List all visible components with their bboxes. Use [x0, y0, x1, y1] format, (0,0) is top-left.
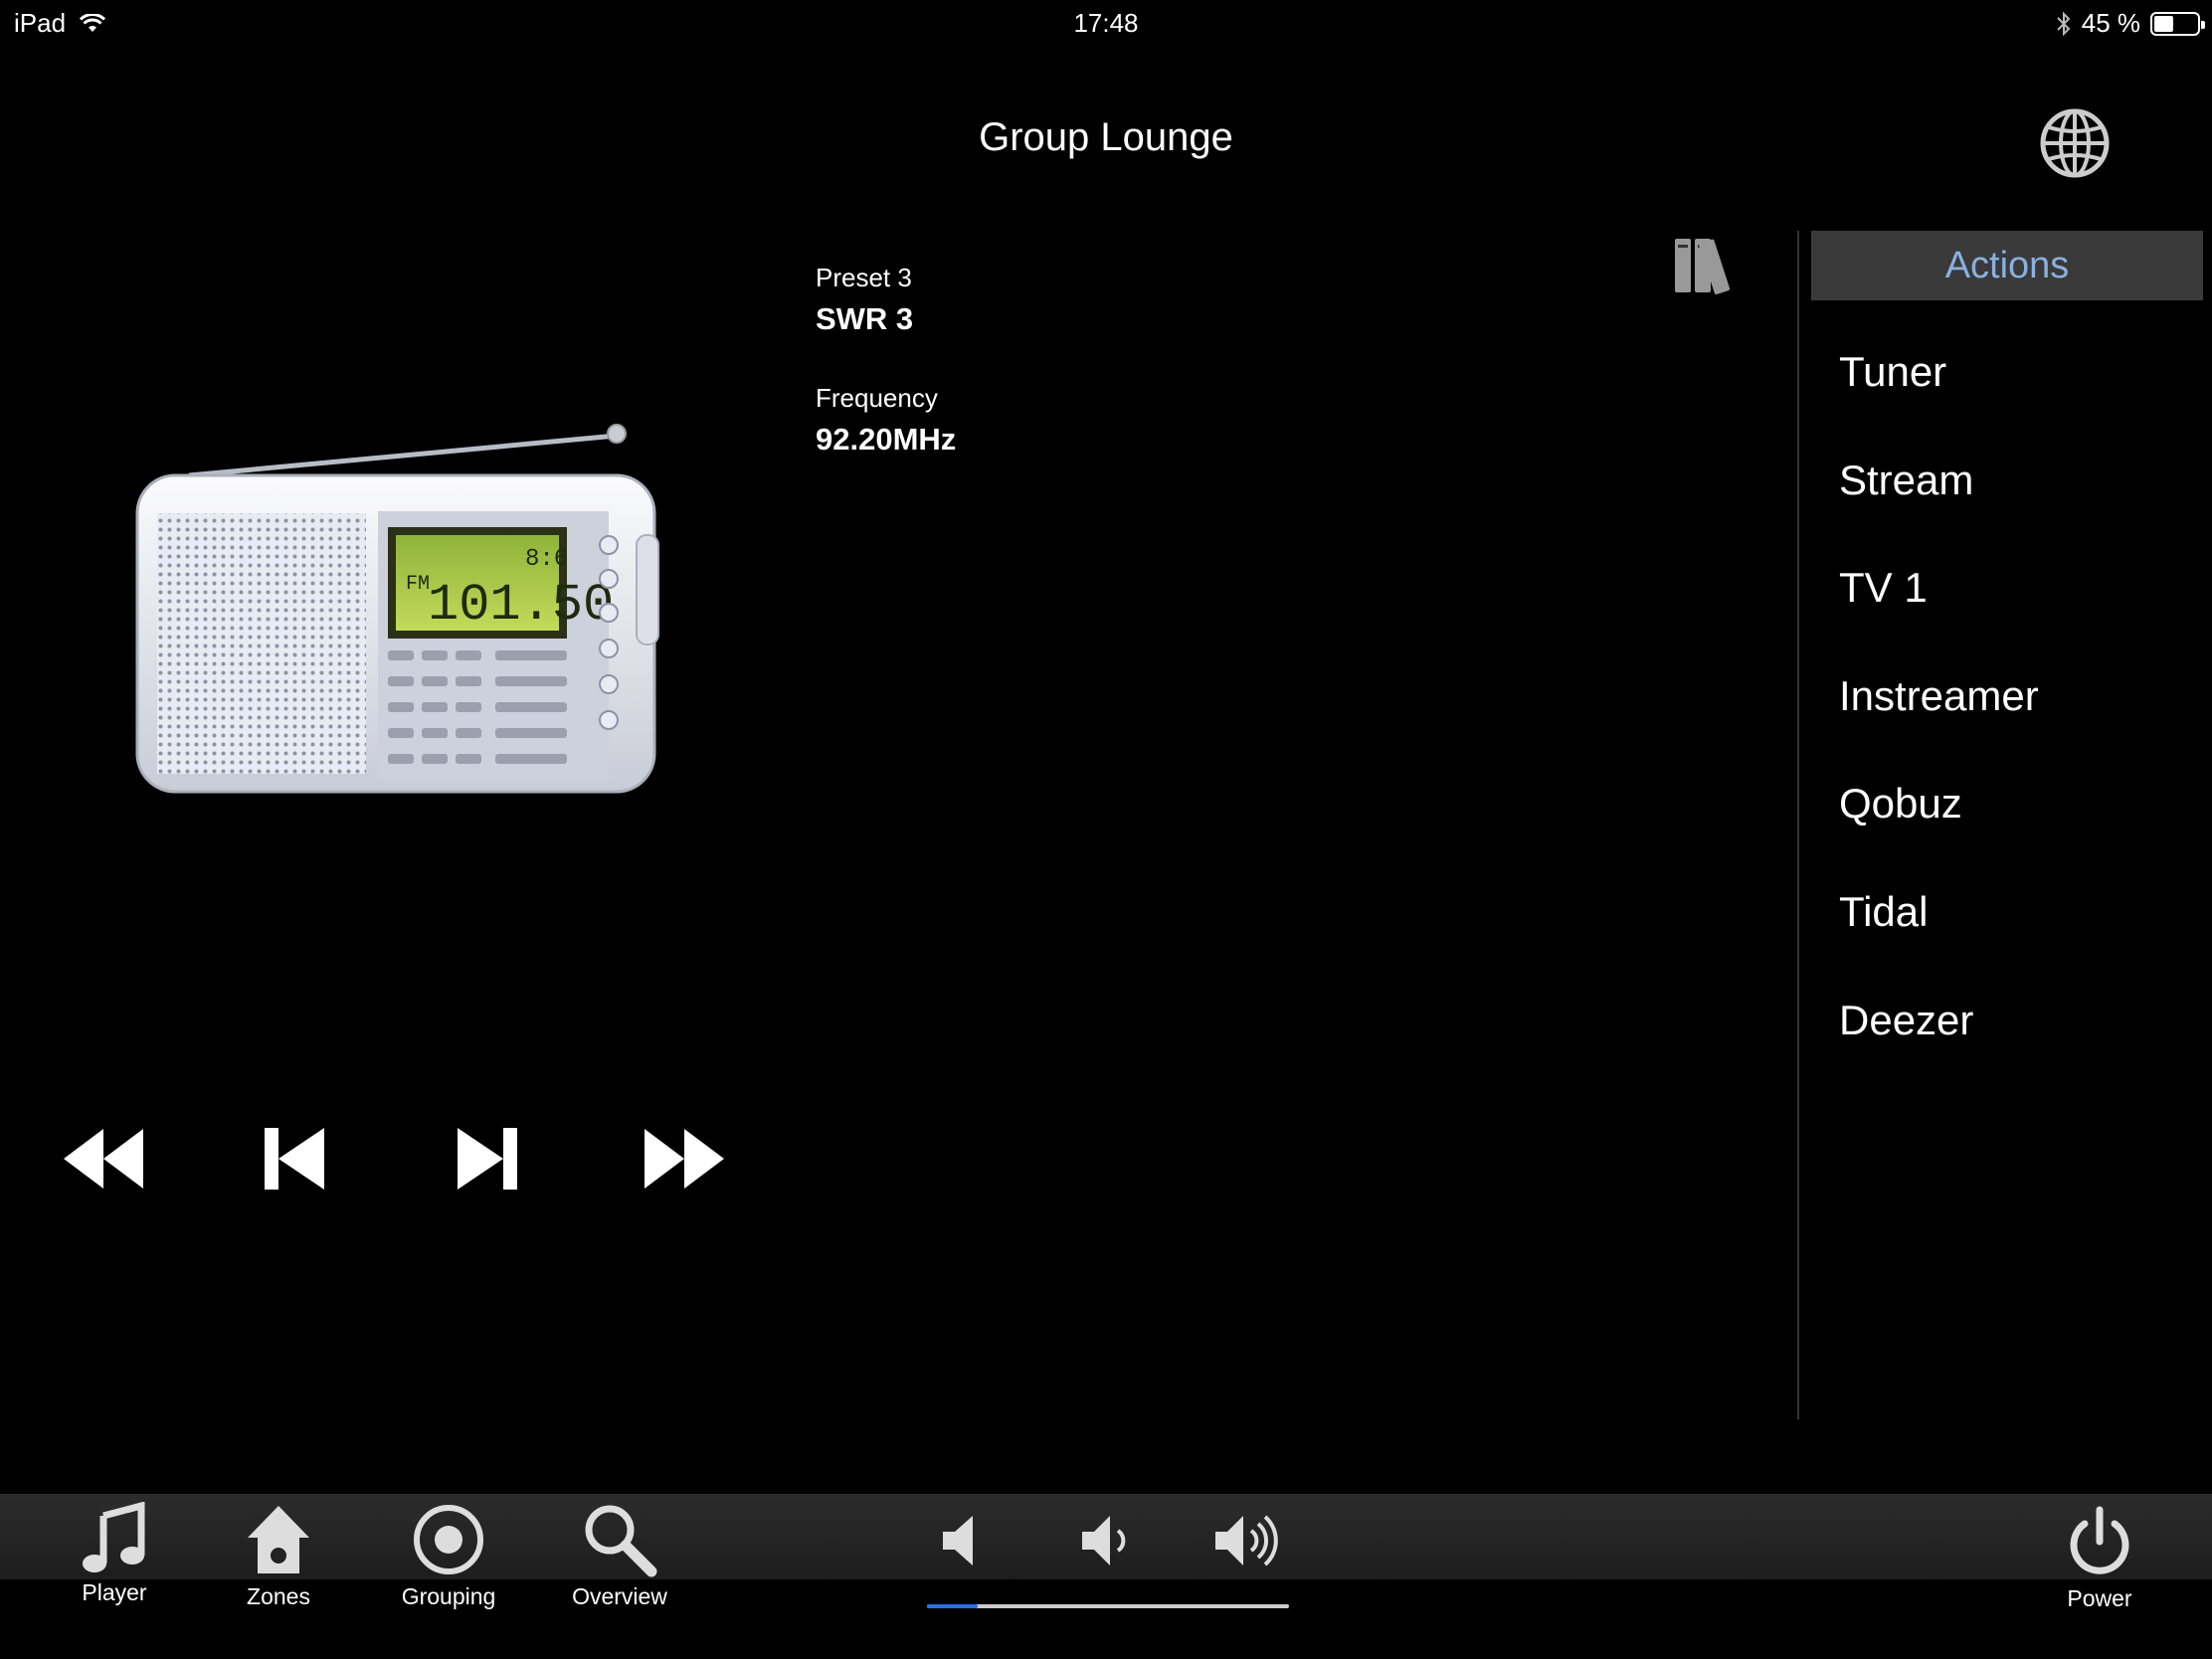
music-note-icon — [83, 1502, 145, 1572]
radio-artwork: FM 8:6 101.50 — [135, 424, 659, 794]
frequency-value: 92.20MHz — [816, 422, 957, 457]
actions-header: Actions — [1811, 231, 2203, 300]
next-track-icon[interactable] — [446, 1124, 535, 1194]
battery-icon — [2150, 11, 2205, 36]
bluetooth-icon — [2057, 11, 2071, 36]
volume-slider-fill — [927, 1604, 978, 1608]
tab-player[interactable]: Player — [76, 1502, 153, 1606]
preset-label: Preset 3 — [816, 263, 912, 292]
previous-track-icon[interactable] — [253, 1124, 342, 1194]
tab-player-label: Player — [82, 1579, 147, 1605]
station-name: SWR 3 — [816, 301, 914, 336]
rewind-icon[interactable] — [60, 1124, 149, 1194]
action-item-tuner[interactable]: Tuner — [1839, 326, 2039, 435]
tab-power-label: Power — [2067, 1585, 2132, 1611]
volume-down-icon[interactable] — [1070, 1506, 1140, 1575]
globe-icon[interactable] — [2039, 107, 2111, 179]
home-icon — [248, 1506, 309, 1573]
power-icon — [2070, 1506, 2129, 1574]
clock: 17:48 — [1073, 8, 1139, 38]
action-item-deezer[interactable]: Deezer — [1839, 975, 2039, 1083]
tab-zones[interactable]: Zones — [239, 1502, 318, 1610]
action-item-instreamer[interactable]: Instreamer — [1839, 650, 2039, 759]
battery-percent: 45 % — [2081, 8, 2140, 38]
status-right: 45 % — [2056, 8, 2205, 39]
search-icon — [585, 1505, 657, 1577]
status-bar: iPad 17:48 45 % — [0, 0, 2212, 46]
now-playing-info: Preset 3 SWR 3 Frequency 92.20MHz — [816, 263, 956, 458]
panel-divider — [1797, 231, 1799, 1419]
grouping-icon — [414, 1505, 483, 1574]
lcd-band: FM — [406, 573, 430, 596]
fast-forward-icon[interactable] — [639, 1124, 728, 1194]
volume-slider[interactable] — [927, 1604, 1289, 1608]
tab-power[interactable]: Power — [2055, 1504, 2144, 1612]
volume-mute-icon[interactable] — [929, 1506, 999, 1575]
actions-list: Tuner Stream TV 1 Instreamer Qobuz Tidal… — [1839, 326, 2039, 1082]
page-title: Group Lounge — [979, 115, 1233, 159]
frequency-label: Frequency — [816, 383, 938, 413]
lcd-frequency: 101.50 — [428, 576, 614, 635]
library-icon[interactable] — [1671, 231, 1747, 294]
tab-grouping-label: Grouping — [401, 1583, 496, 1609]
tab-overview[interactable]: Overview — [567, 1502, 672, 1610]
action-item-stream[interactable]: Stream — [1839, 435, 2039, 543]
lcd-small: 8:6 — [525, 546, 568, 573]
tab-overview-label: Overview — [572, 1583, 667, 1609]
volume-up-icon[interactable] — [1209, 1506, 1279, 1575]
transport-controls — [60, 1124, 728, 1194]
action-item-tv1[interactable]: TV 1 — [1839, 542, 2039, 650]
action-item-tidal[interactable]: Tidal — [1839, 866, 2039, 975]
action-item-qobuz[interactable]: Qobuz — [1839, 758, 2039, 866]
tab-zones-label: Zones — [247, 1583, 310, 1609]
tab-grouping[interactable]: Grouping — [394, 1502, 503, 1610]
